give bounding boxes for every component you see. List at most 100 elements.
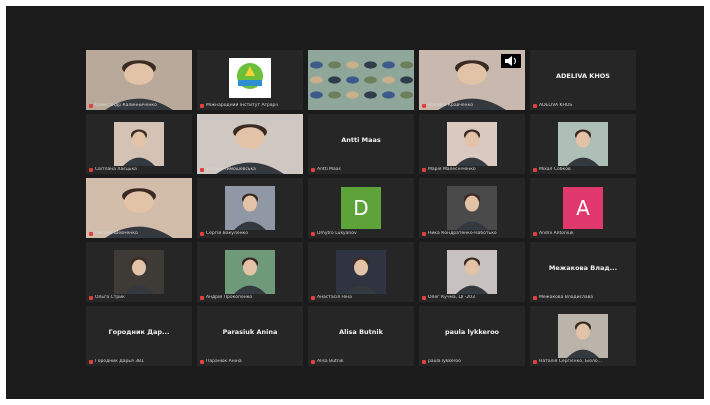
volume-icon [501, 54, 521, 68]
participant-video [225, 250, 275, 294]
participant-tile[interactable]: Міхал Собков [530, 114, 636, 174]
participant-video [558, 314, 608, 358]
participant-name-label: Анастасія Ніна [311, 295, 411, 300]
muted-mic-icon [200, 167, 204, 172]
participant-name: Наталія Сергієнко, Біоло... [539, 359, 602, 364]
participant-display-name: Alisa Butnik [339, 328, 383, 336]
participant-name-label: Світлана Хаєцька [89, 167, 189, 172]
muted-mic-icon [533, 231, 537, 236]
participant-name-label: Alisa Butnik [311, 359, 411, 364]
muted-mic-icon [533, 167, 537, 172]
shared-screen-video [308, 50, 414, 110]
participant-video [86, 178, 192, 238]
participant-tile[interactable]: Городник Дар... Городник Дарья ЗВ1 [86, 306, 192, 366]
participant-tile[interactable]: Межакова Влад... Межакова Владислава [530, 242, 636, 302]
participant-video [114, 250, 164, 294]
muted-mic-icon [422, 167, 426, 172]
participant-grid: Олександр Калинниченко Міжнародний Інстит… [86, 50, 638, 368]
participant-tile[interactable]: Марія Малесніченко [419, 114, 525, 174]
participant-tile[interactable]: Олег Кучма, ЦГ-203 [419, 242, 525, 302]
participant-name: Світлана Хаєцька [95, 167, 137, 172]
participant-name: Dmytro Lukyanov [317, 231, 357, 236]
participant-video [447, 122, 497, 166]
muted-mic-icon [89, 167, 93, 172]
participant-name: Alisa Butnik [317, 359, 344, 364]
muted-mic-icon [422, 295, 426, 300]
participant-tile[interactable]: ADELIVA KHOS ADELIVA KHOS [530, 50, 636, 110]
participant-name-label: Оксана Шевченко [89, 231, 189, 236]
participant-name-label: Andrii Antoniuk [533, 231, 633, 236]
participant-tile[interactable]: Наталія Сергієнко, Біоло... [530, 306, 636, 366]
participant-name: Наталія Кравченко [428, 103, 474, 108]
participant-video [197, 114, 303, 174]
participant-video [86, 50, 192, 110]
participant-tile[interactable]: Міжнародний Інститут Аграрії [197, 50, 303, 110]
participant-name-label: Наталія Кравченко [422, 103, 522, 108]
participant-video [558, 122, 608, 166]
participant-name: Тетяна Тимошевська [206, 167, 256, 172]
muted-mic-icon [200, 103, 204, 108]
muted-mic-icon [200, 295, 204, 300]
participant-name: Олег Кучма, ЦГ-203 [428, 295, 475, 300]
muted-mic-icon [89, 231, 93, 236]
participant-name-label: Олександр Калинниченко [89, 103, 189, 108]
participant-tile[interactable]: Ника Кондратенко-Наботько [419, 178, 525, 238]
participant-name: Antti Maas [317, 167, 341, 172]
participant-name-label: Ника Кондратенко-Наботько [422, 231, 522, 236]
participant-name-label: Марія Малесніченко [422, 167, 522, 172]
participant-name-label: Городник Дарья ЗВ1 [89, 359, 189, 364]
zoom-gallery-window: Олександр Калинниченко Міжнародний Інстит… [6, 6, 704, 399]
participant-tile[interactable]: Сергій Вакуленко [197, 178, 303, 238]
participant-name: Городник Дарья ЗВ1 [95, 359, 144, 364]
participant-name: Ольга Стрик [95, 295, 125, 300]
participant-tile[interactable]: D Dmytro Lukyanov [308, 178, 414, 238]
muted-mic-icon [89, 103, 93, 108]
participant-tile[interactable]: Ольга Стрик [86, 242, 192, 302]
participant-name-label: Тетяна Тимошевська [200, 167, 300, 172]
participant-tile[interactable]: Parasiuk Anina Паранюк Аніна [197, 306, 303, 366]
participant-name: Оксана Шевченко [95, 231, 138, 236]
participant-name-label: Ольга Стрик [89, 295, 189, 300]
participant-name: Паранюк Аніна [206, 359, 242, 364]
muted-mic-icon [89, 295, 93, 300]
muted-mic-icon [533, 103, 537, 108]
participant-name: Міжнародний Інститут Аграрії [206, 103, 278, 108]
muted-mic-icon [311, 295, 315, 300]
participant-name-label: paula lykkeroo [422, 359, 522, 364]
participant-tile[interactable]: Alisa Butnik Alisa Butnik [308, 306, 414, 366]
participant-name-label: Олег Кучма, ЦГ-203 [422, 295, 522, 300]
participant-name: Межакова Владислава [539, 295, 594, 300]
participant-tile[interactable] [308, 50, 414, 110]
participant-video [114, 122, 164, 166]
participant-avatar: D [341, 187, 381, 229]
participant-tile[interactable]: Наталія Кравченко [419, 50, 525, 110]
participant-tile[interactable]: paula lykkeroo paula lykkeroo [419, 306, 525, 366]
muted-mic-icon [533, 295, 537, 300]
participant-tile[interactable]: Андрій Прокопенко [197, 242, 303, 302]
participant-tile[interactable]: Antti Maas Antti Maas [308, 114, 414, 174]
participant-name-label: Сергій Вакуленко [200, 231, 300, 236]
participant-tile[interactable]: Анастасія Ніна [308, 242, 414, 302]
participant-name: Марія Малесніченко [428, 167, 476, 172]
participant-name: Андрій Прокопенко [206, 295, 253, 300]
muted-mic-icon [422, 359, 426, 364]
participant-name: Олександр Калинниченко [95, 103, 157, 108]
participant-name-label: Міжнародний Інститут Аграрії [200, 103, 300, 108]
participant-name: paula lykkeroo [428, 359, 461, 364]
participant-display-name: paula lykkeroo [444, 328, 500, 336]
participant-tile[interactable]: A Andrii Antoniuk [530, 178, 636, 238]
participant-name-label: ADELIVA KHOS [533, 103, 633, 108]
participant-display-name: Antti Maas [341, 136, 381, 144]
participant-name: Ника Кондратенко-Наботько [428, 231, 497, 236]
participant-tile[interactable]: Світлана Хаєцька [86, 114, 192, 174]
muted-mic-icon [422, 103, 426, 108]
participant-name-label: Паранюк Аніна [200, 359, 300, 364]
participant-name: ADELIVA KHOS [539, 103, 573, 108]
muted-mic-icon [533, 359, 537, 364]
participant-display-name: ADELIVA KHOS [556, 72, 610, 80]
participant-name: Сергій Вакуленко [206, 231, 249, 236]
participant-tile[interactable]: Тетяна Тимошевська [197, 114, 303, 174]
participant-tile[interactable]: Оксана Шевченко [86, 178, 192, 238]
participant-tile[interactable]: Олександр Калинниченко [86, 50, 192, 110]
participant-video [447, 250, 497, 294]
